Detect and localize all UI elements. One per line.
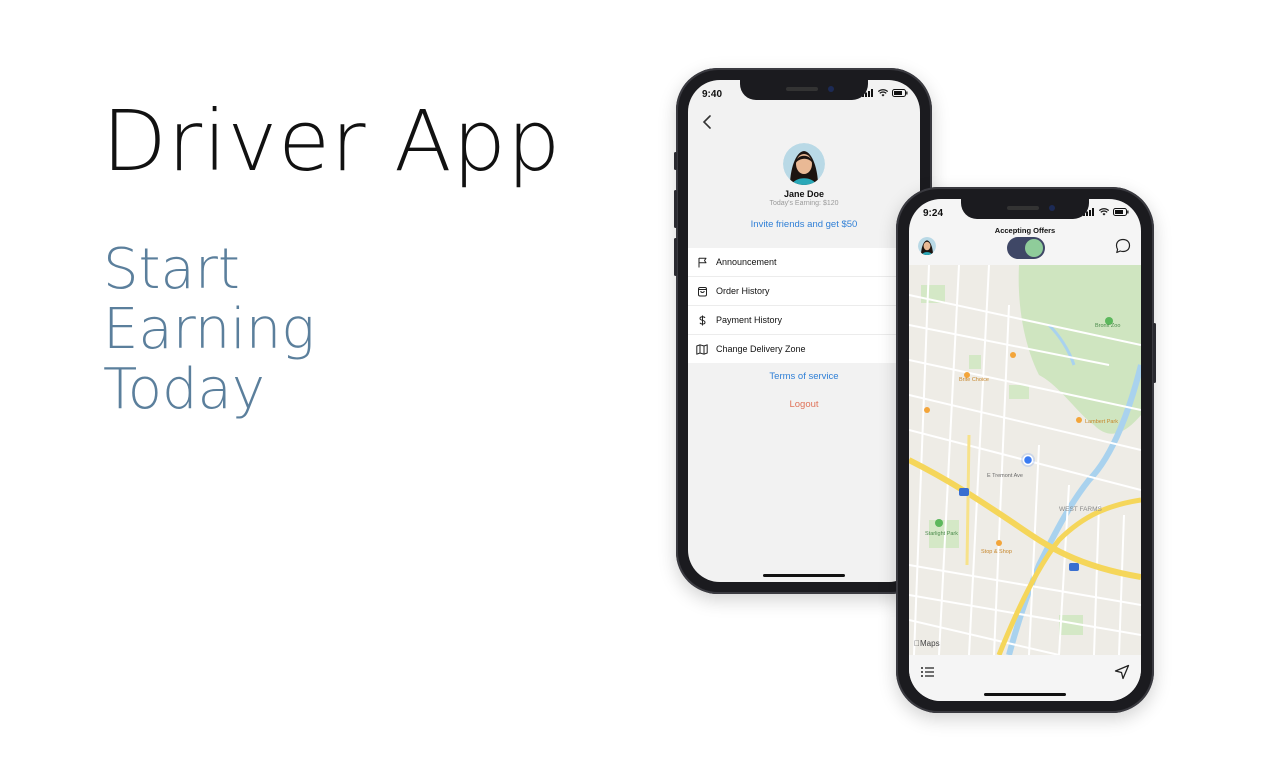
phone-notch (961, 199, 1089, 219)
profile-menu: Announcement Order History Payment Histo… (688, 248, 920, 363)
maps-attribution-text: Maps (914, 639, 940, 648)
dollar-icon (698, 315, 706, 325)
location-arrow-icon (1114, 664, 1130, 680)
accepting-offers-label: Accepting Offers (994, 226, 1056, 235)
map-label: Bronx Zoo (1095, 323, 1120, 329)
avatar-photo (918, 237, 936, 255)
tagline-line: Today (103, 357, 265, 422)
status-time: 9:24 (923, 208, 944, 219)
avatar[interactable] (918, 237, 936, 255)
status-icons (1083, 208, 1129, 216)
maps-attribution: Maps (914, 639, 940, 648)
todays-earnings: Today's Earning: $120 (769, 200, 839, 207)
menu-item-label: Change Delivery Zone (716, 344, 806, 354)
battery-icon (892, 89, 908, 97)
phone-mockup-profile: 9:40 Jane Doe Today's Earning: $120 Invi… (674, 68, 934, 594)
tagline-line: Start (103, 237, 240, 302)
menu-item-label: Payment History (716, 315, 783, 325)
wifi-icon (1099, 208, 1109, 216)
hero-tagline: Start Earning Today (103, 240, 315, 420)
profile-name: Jane Doe (783, 189, 825, 199)
map-label: Lambert Park (1085, 419, 1118, 425)
map-view[interactable]: Bronx Zoo Brite Choice E Tremont Ave WES… (909, 265, 1141, 655)
hero-title: Driver App (102, 92, 562, 190)
tagline-line: Earning (103, 297, 315, 362)
home-indicator (763, 574, 845, 577)
street-map: Bronx Zoo Brite Choice E Tremont Ave WES… (909, 265, 1141, 655)
map-label: Starlight Park (925, 531, 958, 537)
avatar-photo (783, 143, 825, 185)
map-label: E Tremont Ave (987, 473, 1023, 479)
chevron-left-icon (702, 115, 711, 129)
status-time: 9:40 (702, 89, 723, 100)
list-button[interactable] (919, 663, 937, 681)
phone-mockup-map: 9:24 Accepting Offers Bronx Zoo Brite Ch… (896, 187, 1156, 713)
phone-notch (740, 80, 868, 100)
invite-friends-link[interactable]: Invite friends and get $50 (688, 219, 920, 230)
menu-item-change-delivery-zone[interactable]: Change Delivery Zone (688, 335, 920, 363)
profile-screen: 9:40 Jane Doe Today's Earning: $120 Invi… (688, 80, 920, 582)
map-bottom-bar (909, 655, 1141, 701)
menu-item-order-history[interactable]: Order History (688, 277, 920, 306)
flag-icon (698, 257, 706, 267)
menu-item-payment-history[interactable]: Payment History (688, 306, 920, 335)
back-button[interactable] (698, 112, 718, 132)
avatar[interactable] (783, 143, 825, 185)
accepting-offers-toggle[interactable] (1007, 237, 1045, 259)
terms-of-service-link[interactable]: Terms of service (688, 371, 920, 382)
shopping-bag-icon (697, 286, 707, 296)
home-indicator (984, 693, 1066, 696)
map-icon (696, 343, 708, 355)
menu-item-announcement[interactable]: Announcement (688, 248, 920, 277)
menu-item-label: Order History (716, 286, 770, 296)
wifi-icon (878, 89, 888, 97)
map-label: Brite Choice (959, 377, 989, 383)
navigate-button[interactable] (1113, 663, 1131, 681)
toggle-knob (1025, 239, 1043, 257)
chat-bubble-icon (1115, 238, 1131, 254)
chat-button[interactable] (1114, 237, 1132, 255)
list-icon (921, 667, 934, 677)
battery-icon (1113, 208, 1129, 216)
map-screen: 9:24 Accepting Offers Bronx Zoo Brite Ch… (909, 199, 1141, 701)
status-icons (862, 89, 908, 97)
logout-button[interactable]: Logout (688, 399, 920, 410)
menu-item-label: Announcement (716, 257, 777, 267)
map-label: WEST FARMS (1059, 506, 1103, 513)
map-label: Stop & Shop (981, 549, 1012, 555)
